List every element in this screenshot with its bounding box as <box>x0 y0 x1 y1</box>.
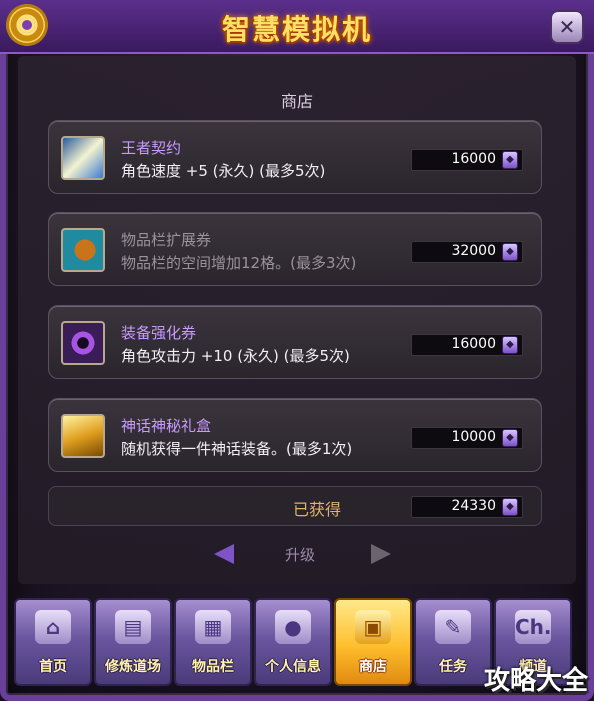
tab-label: 首页 <box>39 659 67 675</box>
purple-token-icon: ◆ <box>502 336 518 354</box>
gained-row: 已获得 24330 ◆ <box>48 486 542 526</box>
enhance-orb-icon <box>61 321 105 365</box>
pager-label: 升级 <box>285 546 316 564</box>
gold-gift-box-icon <box>61 414 105 458</box>
tab-label: 物品栏 <box>192 659 234 675</box>
item-price: 32000 <box>451 243 496 259</box>
window-title: 智慧模拟机 <box>221 13 372 46</box>
tab-training[interactable]: ▤ 修炼道场 <box>94 598 172 686</box>
item-desc: 角色攻击力 +10 (永久) (最多5次) <box>121 347 350 365</box>
tab-inventory[interactable]: ▦ 物品栏 <box>174 598 252 686</box>
shop-item-3[interactable]: 装备强化券 角色攻击力 +10 (永久) (最多5次) 16000 ◆ <box>48 305 542 379</box>
shop-item-2[interactable]: 物品栏扩展券 物品栏的空间增加12格。(最多3次) 32000 ◆ <box>48 212 542 286</box>
pager: 升级 <box>0 540 594 570</box>
gained-label: 已获得 <box>293 500 342 519</box>
close-button[interactable]: ✕ <box>550 10 584 44</box>
shop-section-label: 商店 <box>280 92 313 111</box>
price-box: 32000 ◆ <box>411 241 523 263</box>
shop-item-1[interactable]: 王者契约 角色速度 +5 (永久) (最多5次) 16000 ◆ <box>48 120 542 194</box>
channel-icon: Ch. <box>515 610 552 644</box>
item-name: 物品栏扩展券 <box>121 231 212 249</box>
item-desc: 随机获得一件神话装备。(最多1次) <box>121 440 353 458</box>
item-desc: 角色速度 +5 (永久) (最多5次) <box>121 162 326 180</box>
inventory-icon: ▦ <box>195 610 231 644</box>
training-scroll-icon: ▤ <box>115 610 151 644</box>
item-name: 装备强化券 <box>121 324 197 342</box>
watermark: 攻略大全 <box>483 666 588 696</box>
price-box: 10000 ◆ <box>411 427 523 449</box>
prev-page-arrow-icon[interactable] <box>214 544 234 564</box>
gained-box: 24330 ◆ <box>411 496 523 518</box>
item-desc: 物品栏的空间增加12格。(最多3次) <box>121 254 357 272</box>
price-box: 16000 ◆ <box>411 149 523 171</box>
shop-chest-icon: ▣ <box>355 610 391 644</box>
inventory-bag-icon <box>61 228 105 272</box>
item-name: 王者契约 <box>121 139 182 157</box>
purple-token-icon: ◆ <box>502 429 518 447</box>
item-price: 16000 <box>451 151 496 167</box>
quest-scroll-icon: ✎ <box>435 610 471 644</box>
tab-label: 个人信息 <box>265 659 321 675</box>
item-price: 10000 <box>451 429 496 445</box>
home-icon: ⌂ <box>35 610 71 644</box>
tab-shop[interactable]: ▣ 商店 <box>334 598 412 686</box>
profile-icon: ● <box>275 610 311 644</box>
price-box: 16000 ◆ <box>411 334 523 356</box>
purple-token-icon: ◆ <box>502 151 518 169</box>
purple-token-icon: ◆ <box>502 498 518 516</box>
item-name: 神话神秘礼盒 <box>121 417 212 435</box>
item-price: 16000 <box>451 336 496 352</box>
purple-token-icon: ◆ <box>502 243 518 261</box>
tab-home[interactable]: ⌂ 首页 <box>14 598 92 686</box>
tab-label: 修炼道场 <box>105 659 161 675</box>
title-bar: 智慧模拟机 ✕ <box>0 0 594 54</box>
shop-item-4[interactable]: 神话神秘礼盒 随机获得一件神话装备。(最多1次) 10000 ◆ <box>48 398 542 472</box>
tab-label: 任务 <box>439 659 467 675</box>
next-page-arrow-icon[interactable] <box>371 544 391 564</box>
tab-label: 商店 <box>359 659 387 675</box>
contract-scroll-icon <box>61 136 105 180</box>
tab-quest[interactable]: ✎ 任务 <box>414 598 492 686</box>
gained-value: 24330 <box>451 498 496 514</box>
tab-profile[interactable]: ● 个人信息 <box>254 598 332 686</box>
